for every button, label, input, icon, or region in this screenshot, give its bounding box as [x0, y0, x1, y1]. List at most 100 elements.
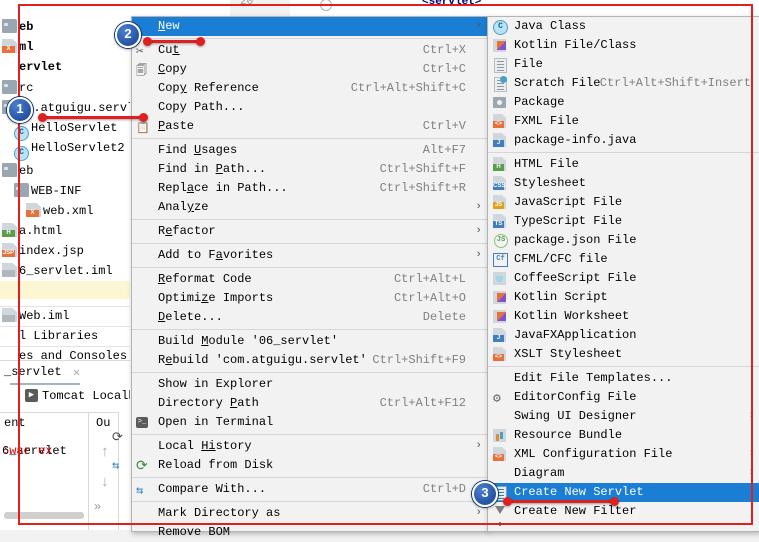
javafx-file-icon: J — [493, 328, 508, 343]
code-fold-icon[interactable] — [320, 0, 332, 11]
submenu-item-xml-configuration-file[interactable]: <> XML Configuration File › — [488, 445, 759, 464]
new-submenu[interactable]: C Java Class Kotlin File/Class File Scratch … — [487, 16, 759, 532]
submenu-item-kotlin-script[interactable]: Kotlin Script — [488, 288, 759, 307]
menu-item-label: Local History — [158, 439, 252, 453]
tree-node[interactable]: eb — [0, 17, 130, 37]
html-file-icon: H — [493, 157, 508, 172]
menu-item-local-history[interactable]: Local History › — [132, 437, 488, 456]
gear-icon — [493, 390, 508, 405]
submenu-item-package-info-java[interactable]: Jpackage-info.java — [488, 131, 759, 150]
menu-item-reformat-code[interactable]: Reformat Code Ctrl+Alt+L — [132, 270, 488, 289]
tree-node[interactable]: 6_servlet.iml — [0, 261, 130, 281]
menu-item-find-usages[interactable]: Find Usages Alt+F7 — [132, 141, 488, 160]
submenu-item-package[interactable]: Package — [488, 93, 759, 112]
menu-item-copy[interactable]: Copy Ctrl+C — [132, 60, 488, 79]
editor-code-text: <servlet> — [422, 0, 482, 8]
expand-chevrons-icon[interactable]: » — [94, 500, 101, 514]
submenu-item-typescript-file[interactable]: TS TypeScript File — [488, 212, 759, 231]
tree-node-label: rc — [19, 81, 34, 95]
callout-3: 3 — [472, 481, 498, 507]
close-icon[interactable]: ✕ — [73, 365, 80, 380]
tree-node-label: WEB-INF — [31, 184, 82, 198]
tree-node[interactable]: WEB-INF — [0, 181, 130, 201]
menu-item-build-module-06-servlet[interactable]: Build Module '06_servlet' — [132, 332, 488, 351]
tree-node[interactable]: ervlet — [0, 57, 130, 77]
menu-separator — [132, 243, 488, 244]
submenu-item-java-class[interactable]: C Java Class — [488, 17, 759, 36]
menu-item-show-in-explorer[interactable]: Show in Explorer — [132, 375, 488, 394]
tree-divider — [0, 326, 130, 327]
tree-node[interactable]: JSP index.jsp — [0, 241, 130, 261]
submenu-item-edit-file-templates[interactable]: Edit File Templates... — [488, 369, 759, 388]
submenu-item-scratch-file[interactable]: Scratch File Ctrl+Alt+Shift+Insert — [488, 74, 759, 93]
tree-node[interactable]: C HelloServlet2 — [0, 138, 130, 161]
menu-item-directory-path[interactable]: Directory Path Ctrl+Alt+F12 — [132, 394, 488, 413]
chevron-right-icon: › — [475, 507, 482, 519]
submenu-item-swing-ui-designer[interactable]: Swing UI Designer › — [488, 407, 759, 426]
menu-item-paste[interactable]: Paste Ctrl+V — [132, 117, 488, 136]
menu-item-replace-in-path[interactable]: Replace in Path... Ctrl+Shift+R — [132, 179, 488, 198]
submenu-item-cfml-cfc-file[interactable]: Cf CFML/CFC file — [488, 250, 759, 269]
menu-item-add-to-favorites[interactable]: Add to Favorites › — [132, 246, 488, 265]
tree-node[interactable]: l Libraries — [0, 326, 130, 346]
submenu-item-stylesheet[interactable]: CSS Stylesheet — [488, 174, 759, 193]
cfml-file-icon: Cf — [493, 252, 508, 267]
annotation-dot — [610, 497, 619, 506]
submenu-item-javafxapplication[interactable]: J JavaFXApplication — [488, 326, 759, 345]
submenu-item-kotlin-worksheet[interactable]: Kotlin Worksheet — [488, 307, 759, 326]
menu-item-copy-reference[interactable]: Copy Reference Ctrl+Alt+Shift+C — [132, 79, 488, 98]
tree-node[interactable]: Xweb.xml — [0, 201, 130, 221]
run-tab[interactable]: _servlet ✕ — [0, 360, 130, 385]
submenu-item-javascript-file[interactable]: JS JavaScript File — [488, 193, 759, 212]
menu-item-compare-with[interactable]: Compare With... Ctrl+D — [132, 480, 488, 499]
submenu-item-kotlin-file-class[interactable]: Kotlin File/Class — [488, 36, 759, 55]
submenu-item-create-new-filter[interactable]: Create New Filter — [488, 502, 759, 526]
rerun-icon[interactable]: ⟳ — [112, 430, 128, 446]
tree-node-label: web.xml — [43, 204, 94, 218]
tree-node[interactable]: rc — [0, 78, 130, 98]
submenu-item-label: EditorConfig File — [514, 390, 637, 404]
menu-item-analyze[interactable]: Analyze › — [132, 198, 488, 217]
run-configuration-row[interactable]: ▶ Tomcat Localho — [0, 386, 130, 410]
folder-icon — [14, 183, 29, 197]
jsp-file-icon: JSP — [2, 243, 17, 257]
context-menu[interactable]: New › Cut Ctrl+X Copy Ctrl+C Copy Reference Ctr… — [131, 16, 489, 539]
submenu-item-file[interactable]: File — [488, 55, 759, 74]
tree-node[interactable]: eb — [0, 161, 130, 181]
submenu-item-diagram[interactable]: Diagram › — [488, 464, 759, 483]
chevron-right-icon: › — [475, 249, 482, 261]
deployment-row[interactable]: 6_servlet:war ex — [0, 440, 88, 462]
tree-node[interactable]: Xml — [0, 37, 130, 57]
submenu-item-editorconfig-file[interactable]: EditorConfig File — [488, 388, 759, 407]
submenu-item-resource-bundle[interactable]: Resource Bundle — [488, 426, 759, 445]
submenu-item-coffeescript-file[interactable]: CoffeeScript File — [488, 269, 759, 288]
run-tab-underline — [10, 383, 80, 385]
menu-item-open-in-terminal[interactable]: >_ Open in Terminal — [132, 413, 488, 432]
submenu-item-fxml-file[interactable]: <> FXML File — [488, 112, 759, 131]
menu-item-delete[interactable]: Delete... Delete — [132, 308, 488, 327]
submenu-item-html-file[interactable]: H HTML File — [488, 155, 759, 174]
menu-item-optimize-imports[interactable]: Optimize Imports Ctrl+Alt+O — [132, 289, 488, 308]
menu-item-copy-path[interactable]: Copy Path... — [132, 98, 488, 117]
menu-item-remove-bom[interactable]: Remove BOM — [132, 523, 488, 542]
menu-separator — [132, 372, 488, 373]
tree-node[interactable]: Web.iml — [0, 306, 130, 326]
horizontal-scrollbar[interactable] — [4, 512, 84, 519]
menu-item-mark-directory-as[interactable]: Mark Directory as › — [132, 504, 488, 523]
menu-item-cut[interactable]: Cut Ctrl+X — [132, 41, 488, 60]
menu-separator — [132, 501, 488, 502]
submenu-item-xslt-stylesheet[interactable]: <> XSLT Stylesheet — [488, 345, 759, 364]
menu-item-rebuild-com-atguigu-servlet[interactable]: Rebuild 'com.atguigu.servlet' Ctrl+Shift+… — [132, 351, 488, 370]
submenu-item-package-json-file[interactable]: JS package.json File — [488, 231, 759, 250]
chevron-right-icon: › — [475, 225, 482, 237]
file-type-badge — [2, 270, 15, 277]
redeploy-icon[interactable]: ⇆ — [112, 458, 128, 474]
menu-item-new[interactable]: New › — [132, 17, 488, 36]
tree-node-label: a.html — [19, 224, 63, 238]
package-icon — [493, 95, 508, 110]
run-icon[interactable]: ▶ — [25, 389, 38, 402]
tree-node[interactable]: Ha.html — [0, 221, 130, 241]
menu-item-reload-from-disk[interactable]: Reload from Disk — [132, 456, 488, 475]
menu-item-find-in-path[interactable]: Find in Path... Ctrl+Shift+F — [132, 160, 488, 179]
menu-item-refactor[interactable]: Refactor › — [132, 222, 488, 241]
